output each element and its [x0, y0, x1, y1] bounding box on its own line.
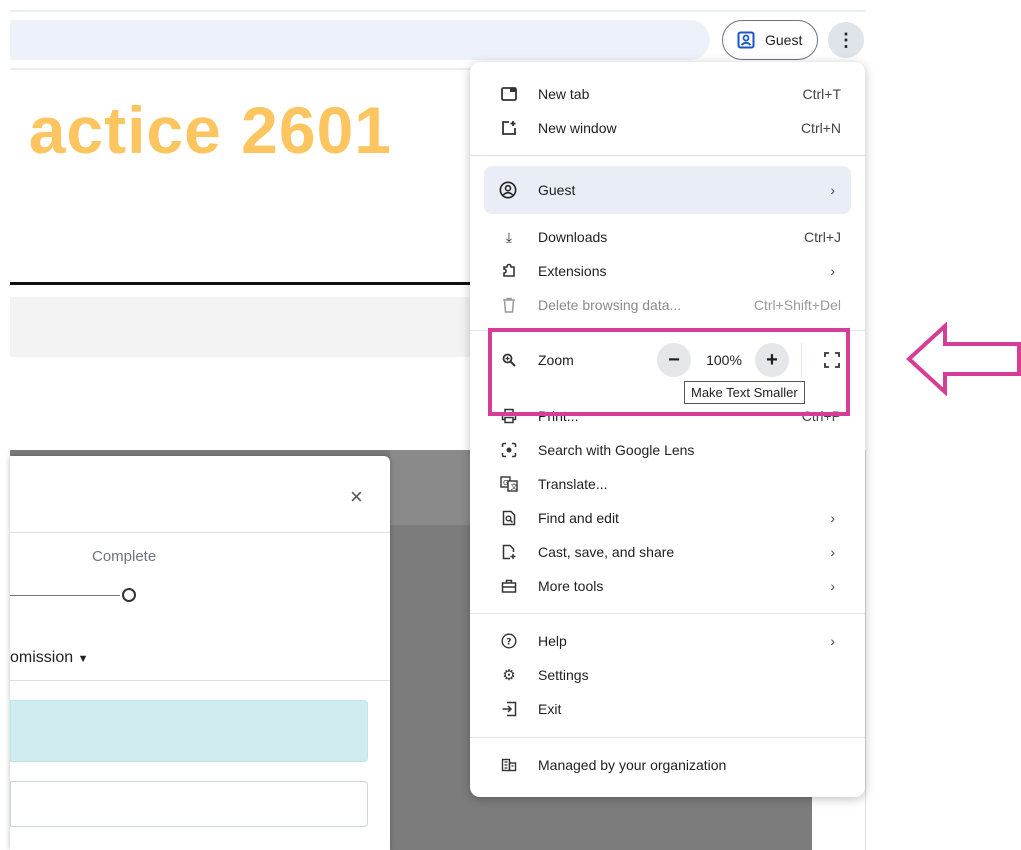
chevron-right-icon: › — [830, 263, 835, 279]
translate-icon: G文 — [500, 476, 518, 492]
page-heading-text: actice 2601 — [28, 93, 392, 167]
trash-icon — [503, 297, 515, 313]
menu-item-label: New window — [538, 120, 617, 136]
menu-item-delete-browsing-data[interactable]: Delete browsing data... Ctrl+Shift+Del — [470, 288, 865, 322]
menu-divider — [470, 613, 865, 614]
menu-item-downloads[interactable]: ⤓ Downloads Ctrl+J — [470, 220, 865, 254]
svg-text:文: 文 — [511, 482, 518, 491]
menu-item-label: Help — [538, 633, 567, 649]
modal-dialog: × Complete omission ▼ — [10, 456, 390, 850]
chevron-right-icon: › — [830, 544, 835, 560]
menu-item-label: Extensions — [538, 263, 607, 279]
chevron-right-icon: › — [830, 578, 835, 594]
svg-text:G: G — [503, 479, 508, 487]
menu-item-shortcut: Ctrl+N — [800, 120, 841, 136]
menu-item-new-tab[interactable]: New tab Ctrl+T — [470, 77, 865, 111]
menu-item-label: Settings — [538, 667, 589, 683]
menu-item-label: Delete browsing data... — [538, 297, 682, 313]
gray-bar — [10, 297, 470, 357]
cast-icon — [502, 544, 516, 560]
menu-item-new-window[interactable]: New window Ctrl+N — [470, 111, 865, 145]
building-icon — [501, 758, 517, 772]
modal-header-divider — [10, 532, 390, 533]
dropdown-label: omission — [10, 649, 74, 666]
progress-step-label: Complete — [92, 548, 157, 565]
menu-item-label: Guest — [538, 182, 576, 198]
submission-dropdown[interactable]: omission ▼ — [10, 649, 88, 667]
arrow-left-icon — [906, 322, 1021, 396]
text-input[interactable] — [10, 781, 368, 827]
menu-item-more-tools[interactable]: More tools › — [470, 569, 865, 603]
menu-item-label: Translate... — [538, 476, 608, 492]
profile-chip-label: Guest — [765, 32, 803, 48]
menu-item-label: New tab — [538, 86, 590, 102]
menu-item-exit[interactable]: Exit — [470, 692, 865, 726]
chevron-right-icon: › — [830, 510, 835, 526]
menu-item-shortcut: Ctrl+Shift+Del — [753, 297, 841, 313]
toolbox-icon — [501, 579, 517, 593]
info-alert — [10, 700, 368, 762]
new-window-icon — [502, 121, 516, 135]
lens-icon — [501, 442, 517, 458]
chevron-right-icon: › — [830, 182, 835, 198]
close-icon[interactable]: × — [350, 484, 363, 510]
new-tab-icon — [501, 87, 517, 101]
settings-icon: ⚙ — [502, 667, 516, 684]
menu-item-extensions[interactable]: Extensions › — [470, 254, 865, 288]
menu-item-translate[interactable]: G文 Translate... — [470, 467, 865, 501]
menu-item-label: Find and edit — [538, 510, 619, 526]
horizontal-rule — [10, 282, 470, 285]
page-heading: actice 2601 — [0, 86, 470, 176]
account-circle-icon — [499, 181, 517, 199]
menu-divider — [470, 155, 865, 156]
menu-item-google-lens[interactable]: Search with Google Lens — [470, 433, 865, 467]
window-top-border — [10, 10, 865, 12]
menu-item-help[interactable]: ? Help › — [470, 624, 865, 658]
kebab-icon: ⋮ — [837, 29, 855, 50]
menu-item-managed[interactable]: Managed by your organization — [470, 748, 865, 782]
modal-divider — [10, 680, 390, 681]
highlight-box — [488, 328, 850, 416]
menu-item-find-and-edit[interactable]: Find and edit › — [470, 501, 865, 535]
help-icon: ? — [501, 633, 517, 649]
menu-item-shortcut: Ctrl+J — [804, 229, 841, 245]
profile-chip[interactable]: Guest — [722, 20, 818, 60]
browser-menu: New tab Ctrl+T New window Ctrl+N Guest ›… — [470, 62, 865, 797]
menu-item-label: Cast, save, and share — [538, 544, 675, 560]
menu-item-label: Managed by your organization — [538, 757, 727, 773]
menu-item-shortcut: Ctrl+T — [802, 86, 842, 102]
progress-line — [10, 595, 120, 596]
menu-item-cast-save-share[interactable]: Cast, save, and share › — [470, 535, 865, 569]
backdrop-header — [390, 450, 470, 525]
menu-divider — [470, 737, 865, 738]
more-options-button[interactable]: ⋮ — [828, 22, 864, 58]
address-bar[interactable] — [10, 20, 710, 60]
caret-down-icon: ▼ — [77, 653, 89, 665]
progress-step-marker — [122, 588, 136, 602]
exit-icon — [502, 701, 517, 717]
menu-item-guest-content[interactable]: Guest › — [470, 173, 865, 207]
download-icon: ⤓ — [505, 228, 513, 245]
chevron-right-icon: › — [830, 633, 835, 649]
svg-text:?: ? — [506, 638, 511, 648]
extension-icon — [503, 263, 515, 277]
profile-icon — [737, 31, 755, 49]
menu-item-settings[interactable]: ⚙ Settings — [470, 658, 865, 692]
menu-item-label: More tools — [538, 578, 604, 594]
menu-item-label: Downloads — [538, 229, 608, 245]
menu-item-label: Search with Google Lens — [538, 442, 695, 458]
menu-item-label: Exit — [538, 701, 562, 717]
find-icon — [502, 510, 516, 526]
